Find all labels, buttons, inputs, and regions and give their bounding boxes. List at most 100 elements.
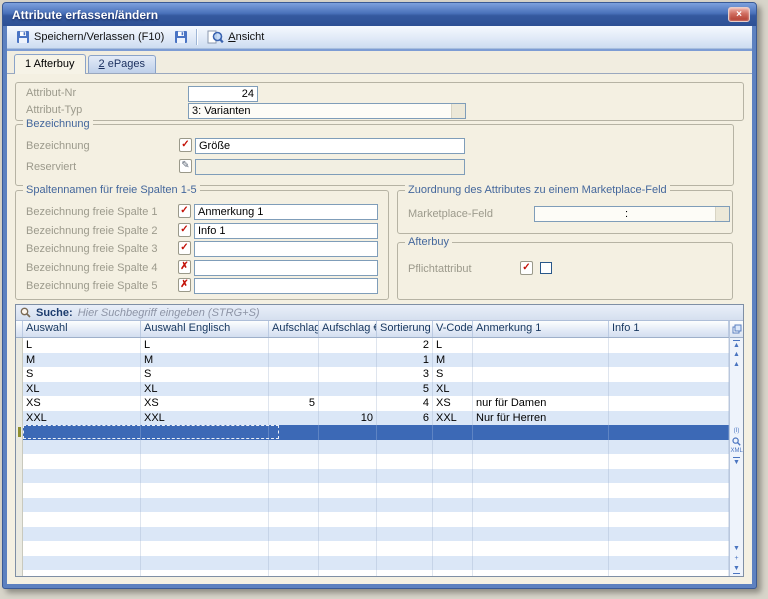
cell: [473, 570, 609, 576]
column-chooser-button[interactable]: [730, 321, 743, 338]
freie-spalte-input[interactable]: [194, 204, 378, 220]
column-header[interactable]: Anmerkung 1: [473, 321, 609, 337]
column-header[interactable]: V-Code: [433, 321, 473, 337]
edit-icon[interactable]: ✎: [179, 159, 192, 173]
column-header[interactable]: Aufschlag: [269, 321, 319, 337]
table-row[interactable]: MM1M: [16, 352, 729, 367]
cell: [473, 526, 609, 541]
cell: [473, 512, 609, 527]
cell: L: [23, 338, 141, 353]
table-row[interactable]: XXL XXL 10 6 XXL Nur für Herren: [16, 410, 729, 425]
cell: [609, 396, 729, 411]
column-header[interactable]: Auswahl Englisch: [141, 321, 269, 337]
cell: [269, 338, 319, 353]
freie-spalte-input[interactable]: [194, 241, 378, 258]
table-row[interactable]: [16, 541, 729, 556]
cell: [433, 425, 473, 440]
table-row[interactable]: [16, 468, 729, 483]
cell: 5: [377, 381, 433, 396]
tab-epages[interactable]: 2 ePages: [87, 55, 157, 73]
titlebar[interactable]: Attribute erfassen/ändern ×: [3, 3, 756, 26]
cell: [269, 352, 319, 367]
cell: [377, 439, 433, 454]
view-button[interactable]: Ansicht: [202, 29, 269, 45]
table-row[interactable]: [16, 483, 729, 498]
dropdown-button[interactable]: [715, 207, 729, 221]
check-icon[interactable]: ✓: [178, 222, 191, 237]
save-button[interactable]: [171, 29, 191, 45]
freie-spalte-input[interactable]: [194, 222, 378, 239]
row-indicator: [16, 410, 23, 425]
cell: [319, 381, 377, 396]
table-row[interactable]: [16, 439, 729, 454]
cell: [319, 425, 377, 440]
xml-icon[interactable]: XML: [731, 447, 743, 457]
zoom-search-icon[interactable]: [731, 437, 743, 447]
search-input[interactable]: Hier Suchbegriff eingeben (STRG+S): [78, 307, 260, 319]
cell: [269, 410, 319, 425]
table-row[interactable]: [16, 555, 729, 570]
attribut-box: Attribut-Nr Attribut-Typ 3: Varianten: [15, 82, 744, 121]
attribut-nr-input[interactable]: [188, 86, 258, 102]
row-indicator: [16, 483, 23, 498]
table-row[interactable]: [16, 512, 729, 527]
append-row-icon[interactable]: +: [731, 554, 743, 564]
check-icon[interactable]: ✓: [178, 241, 191, 256]
pflichtattribut-checkbox[interactable]: [540, 262, 552, 274]
cell: 5: [269, 396, 319, 411]
check-icon[interactable]: ✓: [179, 138, 192, 152]
table-row[interactable]: [16, 570, 729, 576]
row-navigator: ▲ ▲ ▲ (I) XML ▼ ▼ + ▼: [730, 338, 743, 576]
grid-searchbar[interactable]: Suche: Hier Suchbegriff eingeben (STRG+S…: [16, 305, 743, 321]
column-header[interactable]: Aufschlag €: [319, 321, 377, 337]
cell: [23, 483, 141, 498]
grid-body: L L 2 L M M 1 M S S 3 S XL XL 5 XL XS XS 5 4 XS nur für Damen…: [16, 338, 729, 576]
reserviert-label: Reserviert: [26, 161, 77, 173]
cell: [609, 352, 729, 367]
freie-spalte-input[interactable]: [194, 259, 378, 276]
cell: [609, 425, 729, 440]
row-indicator: [16, 367, 23, 382]
close-button[interactable]: ×: [728, 7, 750, 22]
next-row-icon[interactable]: ▼: [731, 544, 743, 554]
cell: [141, 526, 269, 541]
dropdown-button[interactable]: [451, 104, 465, 118]
freie-spalte-input[interactable]: [194, 278, 378, 295]
prev-row-icon[interactable]: ▲: [731, 360, 743, 370]
brackets-icon[interactable]: (I): [731, 427, 743, 437]
check-icon[interactable]: ✓: [178, 204, 191, 218]
cell: [609, 526, 729, 541]
save-exit-button[interactable]: Speichern/Verlassen (F10): [11, 29, 169, 45]
column-header[interactable]: Info 1: [609, 321, 729, 337]
cell: [433, 541, 473, 556]
table-row[interactable]: XS XS 5 4 XS nur für Damen: [16, 396, 729, 411]
cell: [319, 541, 377, 556]
page-up-icon[interactable]: ▲: [731, 350, 743, 360]
cell: [473, 468, 609, 483]
table-row[interactable]: [16, 526, 729, 541]
cross-icon[interactable]: ✗: [178, 259, 191, 274]
tab-afterbuy[interactable]: 1 Afterbuy: [14, 54, 86, 74]
table-row[interactable]: [16, 497, 729, 512]
cell: L: [141, 338, 269, 353]
cross-icon[interactable]: ✗: [178, 278, 191, 293]
table-row[interactable]: XL XL 5 XL: [16, 381, 729, 396]
selected-row[interactable]: [16, 425, 729, 440]
cell: XS: [433, 396, 473, 411]
bezeichnung-input[interactable]: [195, 138, 465, 154]
column-header[interactable]: Sortierung: [377, 321, 433, 337]
filter-icon[interactable]: ▼: [731, 456, 743, 467]
table-row[interactable]: SS3S: [16, 367, 729, 382]
cell: [609, 367, 729, 382]
table-row[interactable]: LL2L: [16, 338, 729, 353]
go-last-icon[interactable]: ▼: [731, 564, 743, 574]
cell: [473, 381, 609, 396]
cell: [377, 555, 433, 570]
go-first-icon[interactable]: ▲: [731, 340, 743, 350]
check-icon[interactable]: ✓: [520, 261, 533, 275]
table-row[interactable]: [16, 454, 729, 469]
grid-table: Auswahl Auswahl Englisch Aufschlag Aufschla…: [16, 321, 729, 576]
column-header[interactable]: Auswahl: [23, 321, 141, 337]
attribut-typ-field[interactable]: 3: Varianten: [188, 103, 466, 119]
freie-spalte-label: Bezeichnung freie Spalte 5: [26, 280, 158, 293]
